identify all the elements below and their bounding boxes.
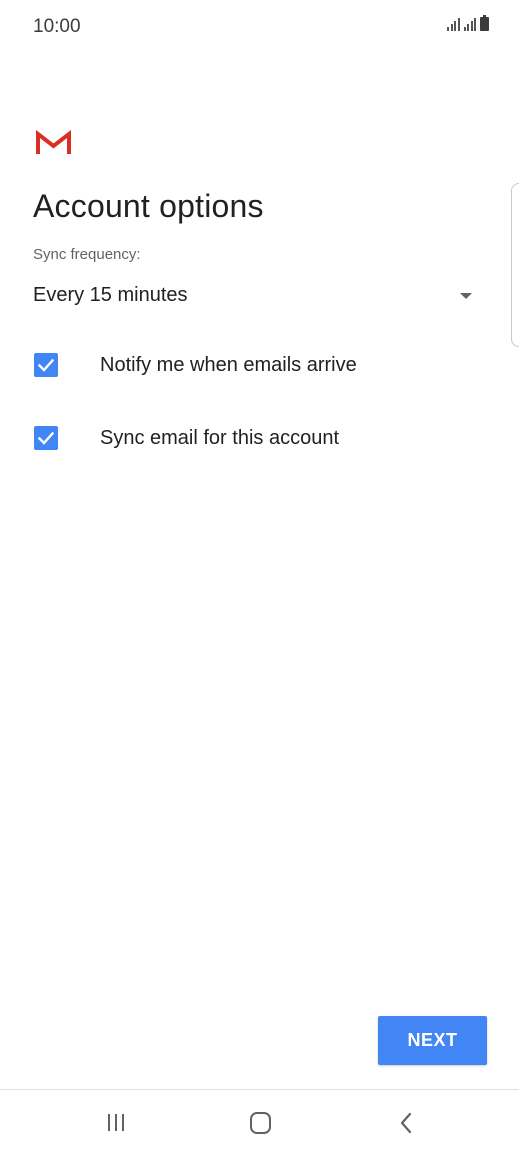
sync-frequency-value: Every 15 minutes <box>33 284 188 306</box>
signal-icon <box>463 17 476 31</box>
sync-frequency-label: Sync frequency: <box>33 246 141 263</box>
notify-label: Notify me when emails arrive <box>100 354 357 376</box>
scroll-indicator <box>511 183 519 347</box>
status-time: 10:00 <box>33 16 81 37</box>
sync-email-option[interactable]: Sync email for this account <box>33 420 478 456</box>
signal-icon <box>447 17 460 31</box>
notify-checkbox[interactable] <box>34 353 58 377</box>
sync-email-label: Sync email for this account <box>100 427 339 449</box>
gmail-logo-icon <box>36 129 71 156</box>
next-button[interactable]: NEXT <box>378 1016 487 1065</box>
recent-apps-icon[interactable] <box>97 1108 137 1138</box>
page-title: Account options <box>33 188 264 224</box>
checkmark-icon <box>37 358 55 372</box>
navigation-bar <box>0 1089 519 1155</box>
status-bar: 10:00 <box>0 0 519 52</box>
status-icons <box>447 15 489 31</box>
dropdown-arrow-icon <box>460 293 472 299</box>
checkmark-icon <box>37 431 55 445</box>
sync-frequency-dropdown[interactable]: Every 15 minutes <box>33 280 478 314</box>
notify-option[interactable]: Notify me when emails arrive <box>33 347 478 383</box>
back-icon[interactable] <box>386 1108 426 1138</box>
home-icon[interactable] <box>240 1108 280 1138</box>
battery-icon <box>480 15 489 31</box>
sync-email-checkbox[interactable] <box>34 426 58 450</box>
